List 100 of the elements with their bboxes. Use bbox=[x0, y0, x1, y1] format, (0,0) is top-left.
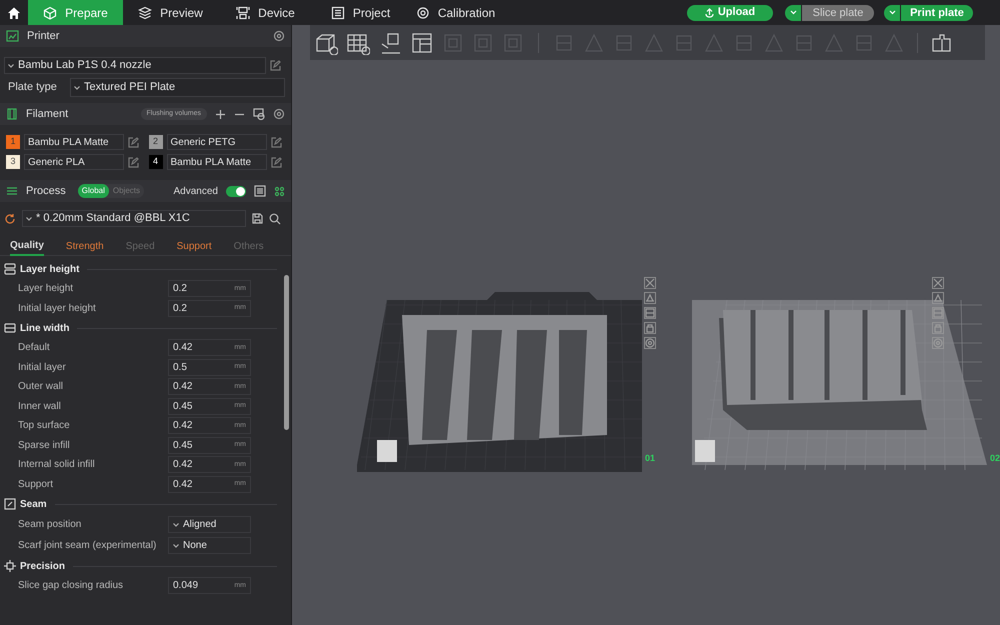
field-label: Top surface bbox=[18, 420, 71, 432]
caret-icon bbox=[790, 10, 796, 15]
dropdown-button[interactable] bbox=[884, 4, 900, 20]
caret-icon bbox=[888, 10, 896, 15]
field-value: 0.049 bbox=[173, 579, 198, 594]
field-value: 0.42 bbox=[173, 458, 192, 472]
section-title: Layer height bbox=[20, 262, 80, 276]
home-icon bbox=[7, 6, 21, 20]
field-label: Seam position bbox=[18, 519, 82, 530]
edit-icon[interactable] bbox=[270, 156, 282, 168]
list-icon[interactable] bbox=[254, 185, 266, 197]
filament-select[interactable]: Bambu PLA Matte bbox=[166, 154, 266, 170]
field-value: 0.42 bbox=[173, 478, 192, 492]
nav-tab[interactable]: Calibration bbox=[408, 0, 503, 25]
lines-icon bbox=[4, 322, 16, 334]
advanced-switch[interactable] bbox=[226, 186, 246, 196]
filament-color-swatch[interactable]: 1 bbox=[6, 135, 20, 149]
section-title: Precision bbox=[20, 560, 66, 574]
settings-tab[interactable]: Strength bbox=[66, 237, 104, 256]
field-label: Default bbox=[18, 342, 51, 354]
printer-select[interactable]: Bambu Lab P1S 0.4 nozzle bbox=[4, 57, 266, 74]
filament-color-swatch[interactable]: 2 bbox=[148, 135, 162, 149]
lock-icon[interactable] bbox=[932, 322, 944, 334]
field-label: Initial layer height bbox=[18, 302, 97, 314]
layout-icon[interactable] bbox=[410, 30, 434, 54]
nav-tab[interactable]: Device bbox=[218, 0, 313, 25]
process-icon bbox=[6, 185, 18, 197]
close-icon[interactable] bbox=[644, 277, 656, 289]
arrange-icon[interactable] bbox=[644, 307, 656, 319]
field-label: Internal solid infill bbox=[18, 459, 96, 470]
caret-icon bbox=[26, 216, 32, 220]
filament-select[interactable]: Generic PETG bbox=[166, 134, 266, 150]
filament-color-swatch[interactable]: 3 bbox=[6, 155, 20, 169]
section-title: Process bbox=[26, 184, 66, 199]
spool-icon bbox=[6, 108, 18, 120]
section-title: Filament bbox=[26, 106, 68, 122]
arrange-icon[interactable] bbox=[932, 307, 944, 319]
reset-icon[interactable] bbox=[4, 212, 16, 224]
view-icon[interactable] bbox=[932, 337, 944, 349]
filament-select[interactable]: Bambu PLA Matte bbox=[24, 134, 124, 150]
dropdown-button[interactable] bbox=[785, 4, 801, 20]
settings-icon[interactable] bbox=[273, 30, 285, 42]
objects-icon[interactable] bbox=[274, 186, 285, 196]
field-label: Outer wall bbox=[18, 381, 64, 392]
layers-icon bbox=[138, 6, 152, 20]
field-value: 0.42 bbox=[173, 419, 192, 434]
field-value: 0.45 bbox=[173, 438, 192, 453]
plate-type-select[interactable]: Textured PEI Plate bbox=[70, 78, 285, 97]
field-label: Sparse infill bbox=[18, 440, 71, 451]
edit-icon[interactable] bbox=[270, 136, 282, 148]
caret-icon bbox=[8, 64, 14, 68]
plate-number: 02 bbox=[990, 452, 1000, 465]
list-icon bbox=[330, 6, 345, 20]
add-icon[interactable] bbox=[215, 108, 226, 120]
settings-icon[interactable] bbox=[273, 108, 285, 120]
layers-icon bbox=[4, 263, 16, 275]
filament-select[interactable]: Generic PLA bbox=[24, 154, 124, 170]
nav-tab[interactable]: Preview bbox=[123, 0, 218, 25]
section-title: Printer bbox=[27, 28, 60, 44]
save-icon[interactable] bbox=[252, 213, 263, 224]
cube-icon bbox=[43, 6, 58, 20]
nav-tab[interactable]: Project bbox=[313, 0, 408, 25]
plate-number: 01 bbox=[645, 452, 656, 465]
lock-icon[interactable] bbox=[644, 322, 656, 334]
caret-icon bbox=[173, 544, 179, 548]
settings-tab[interactable]: Quality bbox=[10, 237, 44, 256]
field-label: Scarf joint seam (experimental) bbox=[18, 540, 158, 551]
filament-color-swatch[interactable]: 4 bbox=[148, 155, 162, 169]
field-label: Initial layer bbox=[18, 362, 67, 373]
precision-icon bbox=[4, 560, 16, 572]
close-icon[interactable] bbox=[932, 277, 944, 289]
settings-tab[interactable]: Support bbox=[176, 237, 212, 256]
field-value: 0.2 bbox=[173, 302, 187, 316]
section-title: Line width bbox=[20, 322, 70, 336]
field-value: 0.2 bbox=[173, 282, 187, 296]
dropdown-field[interactable]: Aligned bbox=[168, 516, 251, 533]
caret-icon bbox=[173, 522, 179, 526]
edit-icon[interactable] bbox=[128, 136, 139, 148]
field-value: 0.5 bbox=[173, 360, 187, 375]
orient-icon[interactable] bbox=[644, 292, 656, 304]
gear-icon bbox=[416, 6, 430, 20]
field-label: Support bbox=[18, 478, 54, 490]
field-label: Inner wall bbox=[18, 400, 62, 412]
field-label: Layer height bbox=[18, 283, 74, 294]
orient-icon[interactable] bbox=[932, 292, 944, 304]
dropdown-field[interactable]: None bbox=[168, 537, 251, 554]
upload-icon bbox=[704, 8, 714, 18]
view-icon[interactable] bbox=[644, 337, 656, 349]
edit-icon[interactable] bbox=[128, 156, 139, 168]
edit-icon[interactable] bbox=[270, 60, 281, 71]
scrollbar[interactable] bbox=[284, 275, 289, 430]
section-title: Seam bbox=[20, 498, 47, 512]
seam-icon bbox=[4, 498, 16, 510]
field-label: Plate type bbox=[8, 80, 58, 96]
process-preset-select[interactable]: * 0.20mm Standard @BBL X1C bbox=[22, 210, 246, 227]
field-value: 0.42 bbox=[173, 380, 192, 394]
printer-icon bbox=[6, 30, 19, 42]
field-value: 0.45 bbox=[173, 400, 192, 414]
device-icon bbox=[236, 6, 250, 20]
search-icon[interactable] bbox=[269, 212, 281, 224]
